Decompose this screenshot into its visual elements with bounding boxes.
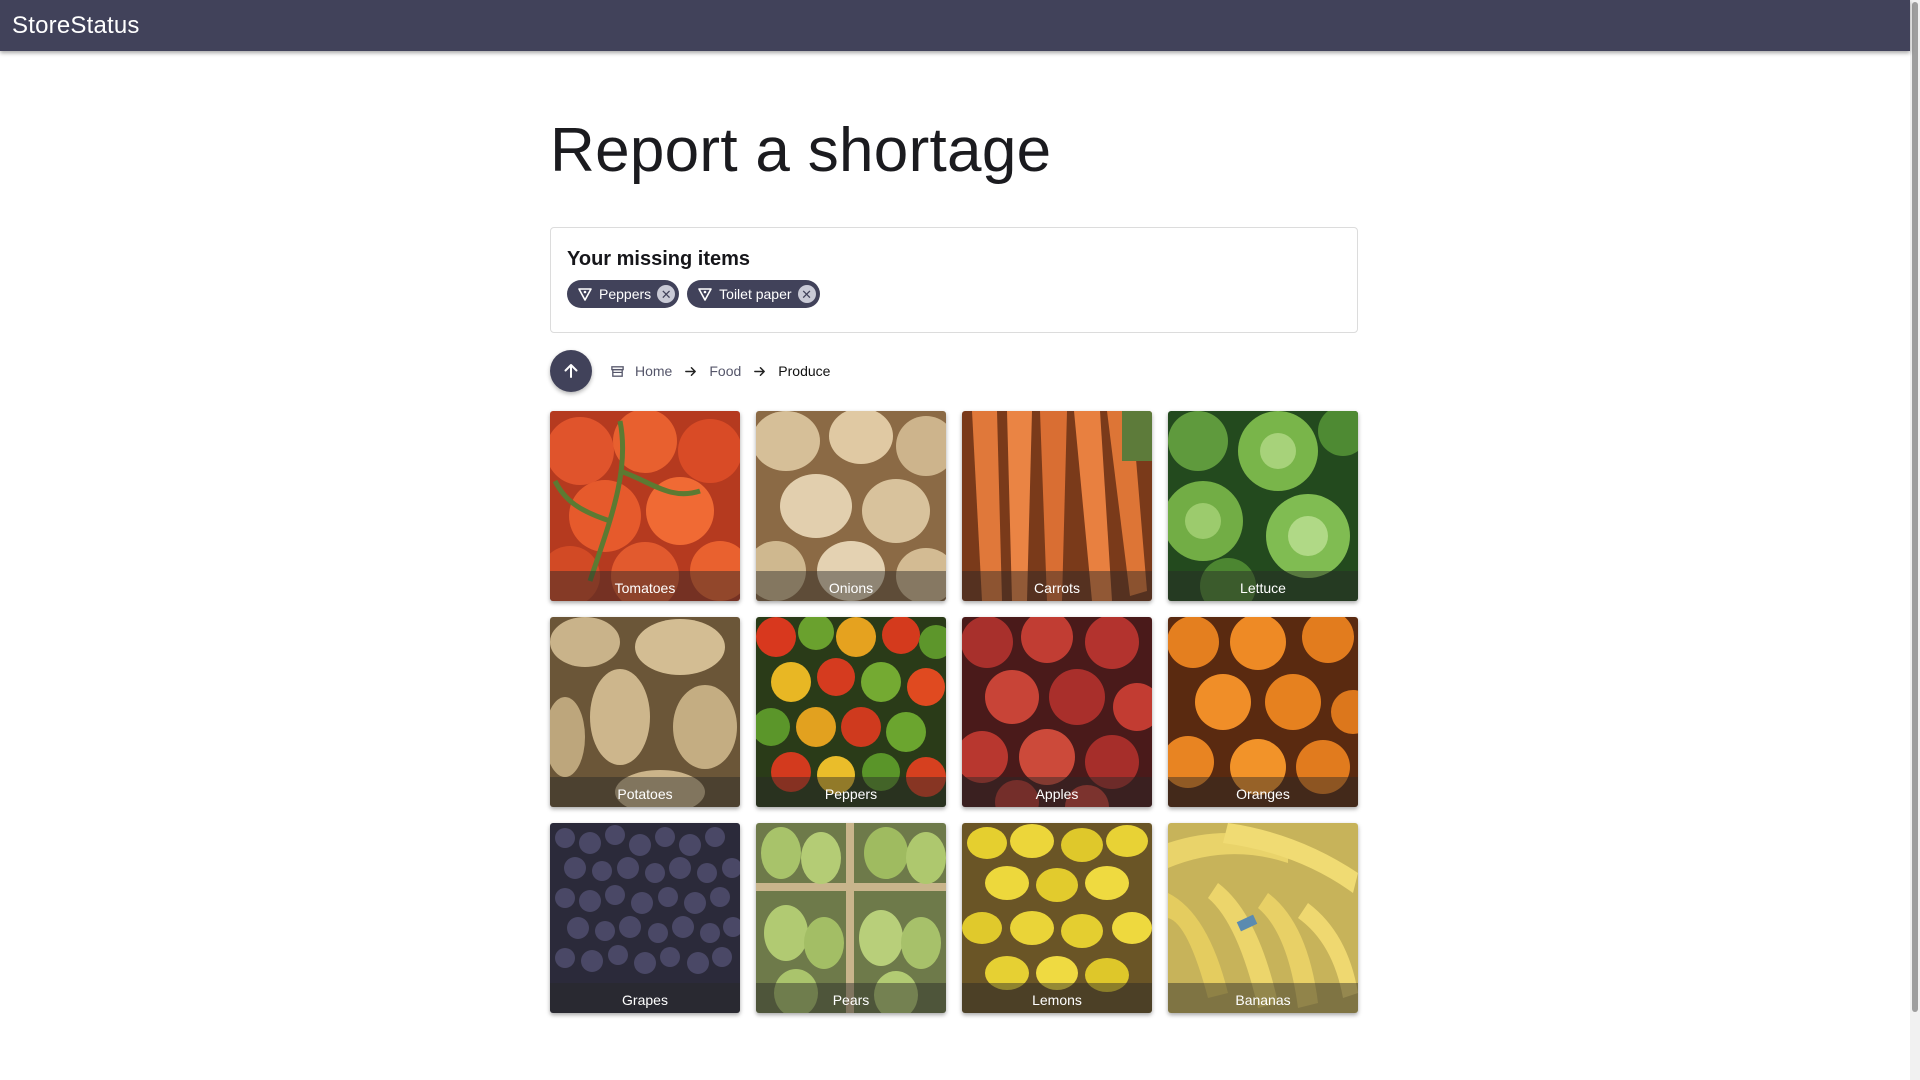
chip-label: Toilet paper: [719, 286, 792, 302]
missing-items-chips: Peppers ✕ Toilet paper ✕: [567, 280, 1341, 308]
produce-tile-oranges[interactable]: Oranges: [1168, 617, 1358, 807]
tile-label: Bananas: [1168, 983, 1358, 1013]
produce-tile-peppers[interactable]: Peppers: [756, 617, 946, 807]
breadcrumb-produce: Produce: [778, 363, 831, 379]
produce-tile-grapes[interactable]: Grapes: [550, 823, 740, 1013]
app-title[interactable]: StoreStatus: [12, 12, 140, 40]
breadcrumb-home[interactable]: Home: [635, 363, 672, 379]
produce-tile-lemons[interactable]: Lemons: [962, 823, 1152, 1013]
tile-label: Oranges: [1168, 777, 1358, 807]
app-bar: StoreStatus: [0, 0, 1910, 51]
missing-items-card: Your missing items Peppers ✕ Toilet pape…: [550, 227, 1358, 333]
main-content: Report a shortage Your missing items Pep…: [550, 51, 1358, 1013]
produce-tile-carrots[interactable]: Carrots: [962, 411, 1152, 601]
breadcrumb-food[interactable]: Food: [709, 363, 741, 379]
tile-label: Onions: [756, 571, 946, 601]
tile-label: Tomatoes: [550, 571, 740, 601]
chip-remove-icon[interactable]: ✕: [657, 285, 676, 303]
scrollbar-thumb[interactable]: [1912, 2, 1918, 1012]
page-title: Report a shortage: [550, 116, 1052, 185]
tile-label: Lettuce: [1168, 571, 1358, 601]
chip-remove-icon[interactable]: ✕: [797, 285, 816, 303]
arrow-up-icon: [561, 361, 581, 381]
produce-tile-lettuce[interactable]: Lettuce: [1168, 411, 1358, 601]
tag-icon: [577, 286, 593, 302]
tile-label: Peppers: [756, 777, 946, 807]
navigate-up-button[interactable]: [550, 350, 592, 392]
missing-item-chip[interactable]: Peppers ✕: [567, 280, 680, 308]
store-icon: [610, 364, 625, 379]
produce-tile-apples[interactable]: Apples: [962, 617, 1152, 807]
produce-tile-potatoes[interactable]: Potatoes: [550, 617, 740, 807]
produce-tile-pears[interactable]: Pears: [756, 823, 946, 1013]
produce-tile-tomatoes[interactable]: Tomatoes: [550, 411, 740, 601]
breadcrumb: Home Food Produce: [610, 363, 830, 379]
tile-label: Carrots: [962, 571, 1152, 601]
tile-label: Potatoes: [550, 777, 740, 807]
tag-icon: [697, 286, 713, 302]
tile-label: Lemons: [962, 983, 1152, 1013]
page-scrollbar[interactable]: [1910, 0, 1920, 1080]
tile-label: Pears: [756, 983, 946, 1013]
arrow-right-icon: [684, 365, 697, 378]
tile-label: Grapes: [550, 983, 740, 1013]
navigation-row: Home Food Produce: [550, 350, 1358, 392]
chip-label: Peppers: [599, 286, 652, 302]
missing-item-chip[interactable]: Toilet paper ✕: [687, 280, 820, 308]
arrow-right-icon: [753, 365, 766, 378]
produce-tile-onions[interactable]: Onions: [756, 411, 946, 601]
produce-tile-bananas[interactable]: Bananas: [1168, 823, 1358, 1013]
missing-items-heading: Your missing items: [567, 248, 751, 270]
tile-label: Apples: [962, 777, 1152, 807]
produce-grid: Tomatoes Onions Carrots Lettuce Potatoes…: [550, 411, 1358, 1013]
